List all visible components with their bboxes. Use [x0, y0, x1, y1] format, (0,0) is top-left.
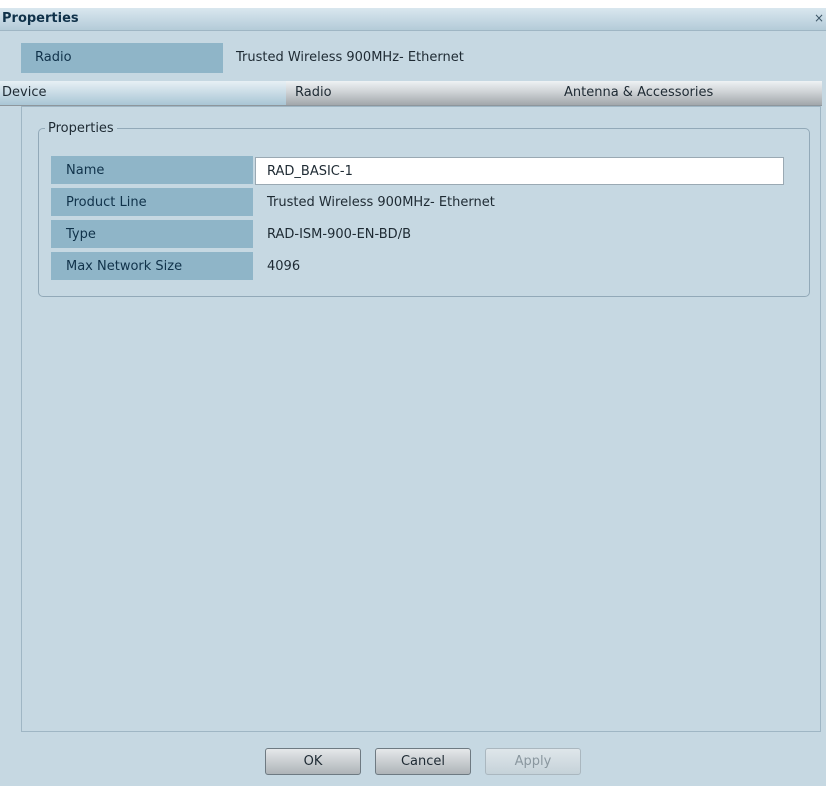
top-margin [0, 0, 826, 8]
tab-device[interactable]: Device [0, 81, 286, 105]
property-row-product-line: Product Line Trusted Wireless 900MHz- Et… [51, 188, 793, 218]
properties-group-legend: Properties [48, 121, 114, 136]
property-label: Max Network Size [51, 252, 253, 282]
property-label: Type [51, 220, 253, 250]
property-row-max-network-size: Max Network Size 4096 [51, 252, 793, 282]
ok-button[interactable]: OK [265, 748, 361, 775]
dialog-title: Properties [2, 11, 79, 26]
property-value: RAD-ISM-900-EN-BD/B [267, 227, 411, 242]
property-label: Product Line [51, 188, 253, 218]
properties-dialog: Properties × Radio Trusted Wireless 900M… [0, 0, 826, 786]
close-icon[interactable]: × [814, 11, 824, 25]
device-tab-panel: Properties Name Product Line Trusted Wir… [21, 106, 821, 732]
radio-header-value: Trusted Wireless 900MHz- Ethernet [236, 50, 464, 65]
properties-group: Properties Name Product Line Trusted Wir… [38, 121, 810, 297]
title-bar: Properties × [0, 8, 826, 31]
radio-header-label: Radio [21, 43, 223, 73]
property-row-name: Name [51, 156, 793, 186]
dialog-footer: OK Cancel Apply [0, 732, 826, 786]
property-label: Name [51, 156, 253, 186]
property-value: 4096 [267, 259, 301, 274]
name-input[interactable] [255, 157, 784, 185]
apply-button[interactable]: Apply [485, 748, 581, 775]
tab-antenna-accessories[interactable]: Antenna & Accessories [564, 81, 713, 105]
property-value: Trusted Wireless 900MHz- Ethernet [267, 195, 495, 210]
property-row-type: Type RAD-ISM-900-EN-BD/B [51, 220, 793, 250]
tab-bar: Device Radio Antenna & Accessories [0, 81, 822, 106]
cancel-button[interactable]: Cancel [375, 748, 471, 775]
tab-radio[interactable]: Radio [295, 81, 332, 105]
radio-header: Radio Trusted Wireless 900MHz- Ethernet [21, 43, 821, 73]
